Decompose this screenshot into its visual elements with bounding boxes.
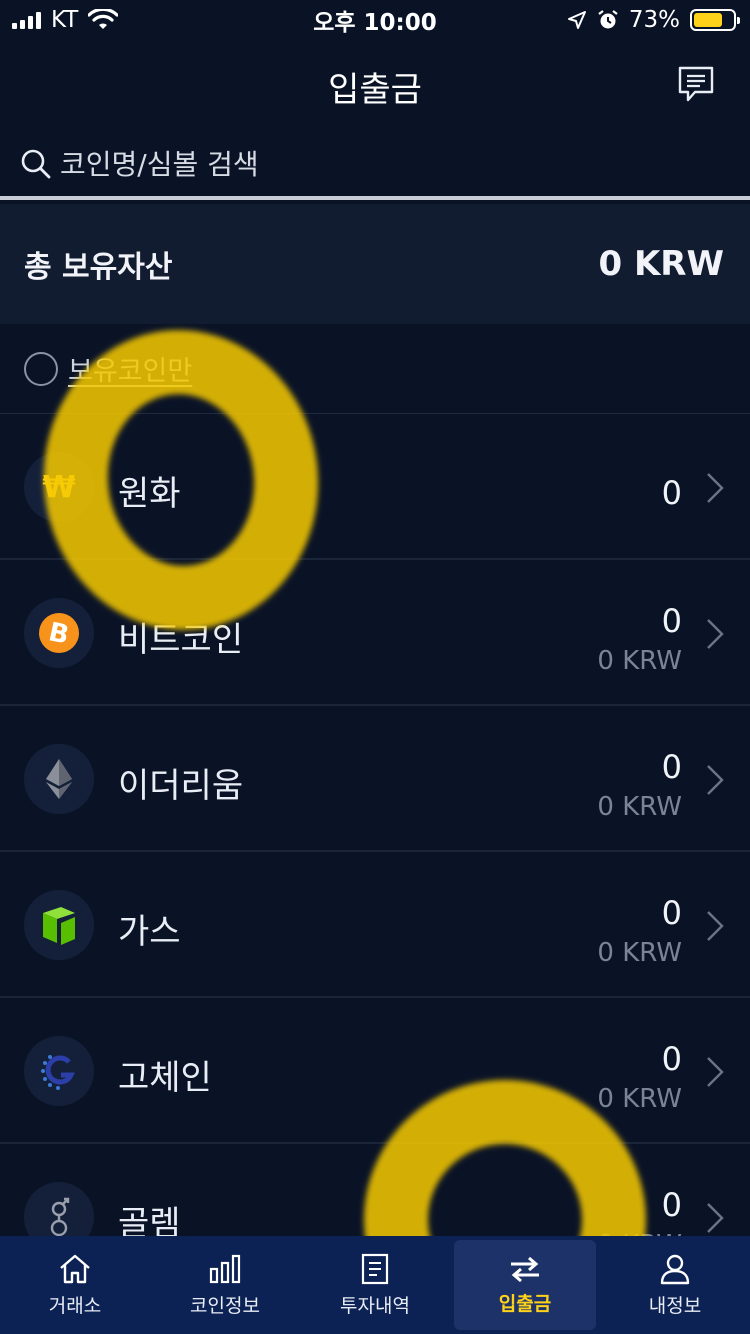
chevron-right-icon <box>707 1203 724 1233</box>
bar-chart-icon <box>209 1254 241 1283</box>
coin-amount: 0 <box>661 1186 682 1224</box>
battery-icon <box>690 9 740 31</box>
transfer-icon <box>511 1256 539 1282</box>
wifi-icon <box>88 9 119 29</box>
coin-name: 고체인 <box>118 1058 212 1098</box>
coin-krw-value: 0 KRW <box>597 938 682 968</box>
tab-label: 내정보 <box>648 1294 702 1317</box>
total-assets-value: 0 KRW <box>598 244 724 284</box>
tab-label: 투자내역 <box>340 1294 410 1317</box>
owned-coins-label[interactable]: 보유코인만 <box>68 349 192 388</box>
gochain-icon <box>24 1036 94 1106</box>
coin-name: 가스 <box>118 912 181 952</box>
chevron-right-icon <box>707 1057 724 1087</box>
total-assets: 총 보유자산 0 KRW <box>0 204 750 324</box>
search-icon <box>21 149 51 179</box>
coin-row-btc[interactable]: B 비트코인 0 0 KRW <box>0 560 750 706</box>
tab-label: 코인정보 <box>190 1294 260 1317</box>
bitcoin-icon: B <box>24 598 94 668</box>
carrier-label: KT <box>51 7 79 33</box>
battery-percent: 73% <box>628 7 680 33</box>
alarm-icon <box>598 10 618 29</box>
nav-bar: 입출금 <box>0 40 750 126</box>
chevron-right-icon <box>707 911 724 941</box>
coin-krw-value: 0 KRW <box>597 1084 682 1114</box>
coin-name: 원화 <box>118 474 181 514</box>
coin-amount: 0 <box>661 894 682 932</box>
ethereum-icon <box>24 744 94 814</box>
tab-my-info[interactable]: 내정보 <box>600 1236 750 1334</box>
tab-exchange[interactable]: 거래소 <box>0 1236 150 1334</box>
page-title: 입출금 <box>328 70 422 110</box>
chevron-right-icon <box>707 473 724 503</box>
tab-coin-info[interactable]: 코인정보 <box>150 1236 300 1334</box>
coin-krw-value: 0 KRW <box>597 646 682 676</box>
coin-amount: 0 <box>661 602 682 640</box>
coin-amount: 0 <box>661 1040 682 1078</box>
status-bar: KT 오후 10:00 73% <box>0 0 750 40</box>
search-bar <box>0 132 750 200</box>
search-input[interactable] <box>60 147 700 181</box>
coin-row-krw[interactable]: ₩ 원화 0 <box>0 414 750 560</box>
document-icon <box>361 1253 389 1284</box>
coin-amount: 0 <box>661 474 682 512</box>
total-assets-label: 총 보유자산 <box>24 250 173 285</box>
signal-icon <box>12 11 41 29</box>
location-icon <box>567 11 586 29</box>
tab-bar: 거래소 코인정보 투자내역 입출금 내정보 <box>0 1236 750 1334</box>
coin-row-eth[interactable]: 이더리움 0 0 KRW <box>0 706 750 852</box>
coin-amount: 0 <box>661 748 682 786</box>
tab-investment-history[interactable]: 투자내역 <box>300 1236 450 1334</box>
chevron-right-icon <box>707 765 724 795</box>
tab-label: 입출금 <box>498 1292 552 1315</box>
owned-coins-filter[interactable]: 보유코인만 <box>0 324 750 414</box>
person-icon <box>660 1254 690 1284</box>
coin-list: ₩ 원화 0 B 비트코인 0 0 KRW 이더리움 0 0 KRW 가스 0 … <box>0 414 750 1290</box>
home-icon <box>60 1254 90 1283</box>
tab-label: 거래소 <box>48 1294 102 1317</box>
coin-name: 이더리움 <box>118 766 244 806</box>
won-icon: ₩ <box>24 452 94 522</box>
coin-row-gochain[interactable]: 고체인 0 0 KRW <box>0 998 750 1144</box>
chevron-right-icon <box>707 619 724 649</box>
owned-coins-radio[interactable] <box>24 351 58 386</box>
tab-deposit-withdraw[interactable]: 입출금 <box>450 1236 600 1334</box>
coin-krw-value: 0 KRW <box>597 792 682 822</box>
chat-icon[interactable] <box>678 66 714 104</box>
coin-name: 비트코인 <box>118 620 244 660</box>
neo-gas-icon <box>24 890 94 960</box>
coin-row-gas[interactable]: 가스 0 0 KRW <box>0 852 750 998</box>
